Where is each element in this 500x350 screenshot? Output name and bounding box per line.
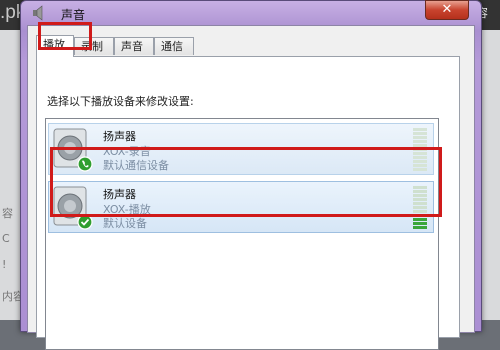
highlight-box-tab bbox=[38, 22, 92, 50]
background-text: 容 bbox=[2, 207, 13, 220]
device-status: 默认设备 bbox=[103, 217, 147, 230]
device-name: 扬声器 bbox=[103, 130, 136, 143]
tab-communications[interactable]: 通信 bbox=[154, 37, 194, 55]
tab-sounds[interactable]: 声音 bbox=[114, 37, 154, 55]
speaker-icon bbox=[31, 5, 47, 21]
background-text: ! bbox=[2, 258, 7, 271]
window-title: 声音 bbox=[61, 8, 86, 22]
background-text: C bbox=[2, 232, 10, 245]
instruction-text: 选择以下播放设备来修改设置: bbox=[47, 95, 194, 108]
close-button[interactable]: ✕ bbox=[425, 0, 469, 20]
highlight-box-device bbox=[50, 147, 442, 217]
